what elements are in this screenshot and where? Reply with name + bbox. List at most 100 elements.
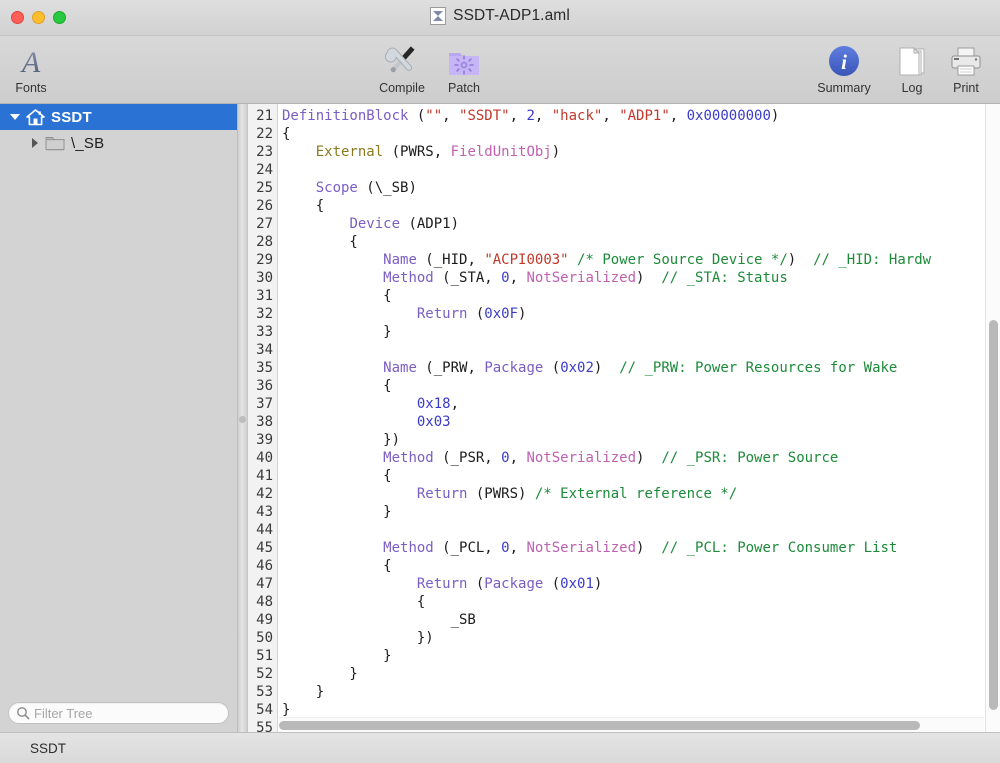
line-number: 30 [256,270,273,286]
horizontal-scrollbar-thumb[interactable] [279,721,920,730]
split-divider-knob[interactable] [239,416,246,423]
folder-icon [45,134,65,152]
app-window: SSDT-ADP1.aml A Fonts Compile Patch i Su… [0,0,1000,763]
filter-placeholder: Filter Tree [34,705,93,721]
line-number: 44 [256,522,273,538]
code-editor[interactable]: 21 22 23 24 25 26 27 28 29 30 31 32 33 34 35 36 37 38 39 40… [247,104,1000,732]
summary-label: Summary [817,81,871,95]
code-line: 0x03 [416,414,451,430]
code-line: { [282,198,325,214]
line-number: 45 [256,540,273,556]
info-circle-icon: i [827,42,861,78]
filter-container: Filter Tree [0,695,237,732]
pages-stack-icon [895,42,929,78]
line-number: 47 [256,576,273,592]
line-number: 36 [256,378,273,394]
sidebar-item-label: SSDT [51,108,92,126]
print-button[interactable]: Print [930,42,1000,95]
chevron-right-icon[interactable] [28,136,42,150]
sidebar-item-sb[interactable]: \_SB [0,130,237,156]
search-icon [16,706,30,725]
status-text: SSDT [30,740,67,756]
code-line: }) [282,630,434,646]
code-line: Scope (\_SB) [315,180,417,196]
code-line: { [282,234,358,250]
code-line: Method (_PCL, 0, NotSerialized) // _PCL:… [383,540,898,556]
code-line: { [282,288,392,304]
line-number: 31 [256,288,273,304]
line-number: 40 [256,450,273,466]
svg-text:A: A [20,46,41,78]
vertical-scrollbar[interactable] [985,104,1000,732]
line-number: 29 [256,252,273,268]
code-line: Method (_STA, 0, NotSerialized) // _STA:… [383,270,788,286]
svg-text:i: i [841,50,847,74]
code-line: Return (PWRS) /* External reference */ [416,486,738,502]
fonts-label: Fonts [15,81,47,95]
split-divider[interactable] [238,104,247,732]
sidebar-item-ssdt[interactable]: SSDT [0,104,237,130]
title-group: SSDT-ADP1.aml [0,7,1000,25]
summary-button[interactable]: i Summary [808,42,880,95]
patch-folder-icon [447,42,481,78]
code-line: Method (_PSR, 0, NotSerialized) // _PSR:… [383,450,839,466]
line-number: 33 [256,324,273,340]
log-label: Log [901,81,923,95]
code-line: } [282,324,392,340]
line-number: 53 [256,684,273,700]
filter-tree-input[interactable]: Filter Tree [8,702,229,724]
toolbar: A Fonts Compile Patch i Summary Log Prin… [0,36,1000,104]
line-number: 55 [256,720,273,732]
line-number: 21 [256,108,273,124]
line-number: 54 [256,702,273,718]
sidebar-item-label: \_SB [71,134,105,152]
line-number: 25 [256,180,273,196]
code-line: Return (Package (0x01) [416,576,603,592]
fonts-icon: A [14,42,48,78]
horizontal-scrollbar[interactable] [279,717,984,732]
code-line: { [282,378,392,394]
tree-view[interactable]: SSDT \_SB [0,104,237,695]
line-number: 50 [256,630,273,646]
line-number: 41 [256,468,273,484]
code-line: DefinitionBlock ("", "SSDT", 2, "hack", … [282,108,780,124]
chevron-down-icon[interactable] [8,110,22,124]
patch-button[interactable]: Patch [428,42,500,95]
compile-tools-icon [383,42,421,78]
code-line: }) [282,432,401,448]
code-line: } [282,648,392,664]
code-line: } [282,504,392,520]
line-number: 38 [256,414,273,430]
line-number: 22 [256,126,273,142]
line-number: 26 [256,198,273,214]
status-bar: SSDT [0,732,1000,763]
home-icon [25,108,45,126]
code-line: { [282,558,392,574]
aml-document-icon [430,7,447,25]
code-line: _SB [282,612,476,628]
line-number: 43 [256,504,273,520]
code-line: } [282,684,325,700]
main-split-view: SSDT \_SB Filter Tree 21 22 23 24 25 26 … [0,104,1000,732]
line-number-gutter: 21 22 23 24 25 26 27 28 29 30 31 32 33 34 35 36 37 38 39 40… [248,104,278,732]
line-number: 37 [256,396,273,412]
code-text-area[interactable]: DefinitionBlock ("", "SSDT", 2, "hack", … [278,104,1000,732]
code-line: External (PWRS, FieldUnitObj) [315,144,561,160]
line-number: 27 [256,216,273,232]
code-line: Device (ADP1) [349,216,460,232]
vertical-scrollbar-thumb[interactable] [989,320,998,710]
code-line: Name (_HID, "ACPI0003" /* Power Source D… [383,252,932,268]
code-line: { [282,594,426,610]
print-label: Print [953,81,979,95]
code-line: 0x18, [416,396,460,412]
line-number: 34 [256,342,273,358]
code-line: Return (0x0F) [416,306,527,322]
sidebar: SSDT \_SB Filter Tree [0,104,238,732]
line-number: 48 [256,594,273,610]
line-number: 49 [256,612,273,628]
code-line: { [282,126,291,142]
line-number: 24 [256,162,273,178]
fonts-button[interactable]: A Fonts [0,42,67,95]
